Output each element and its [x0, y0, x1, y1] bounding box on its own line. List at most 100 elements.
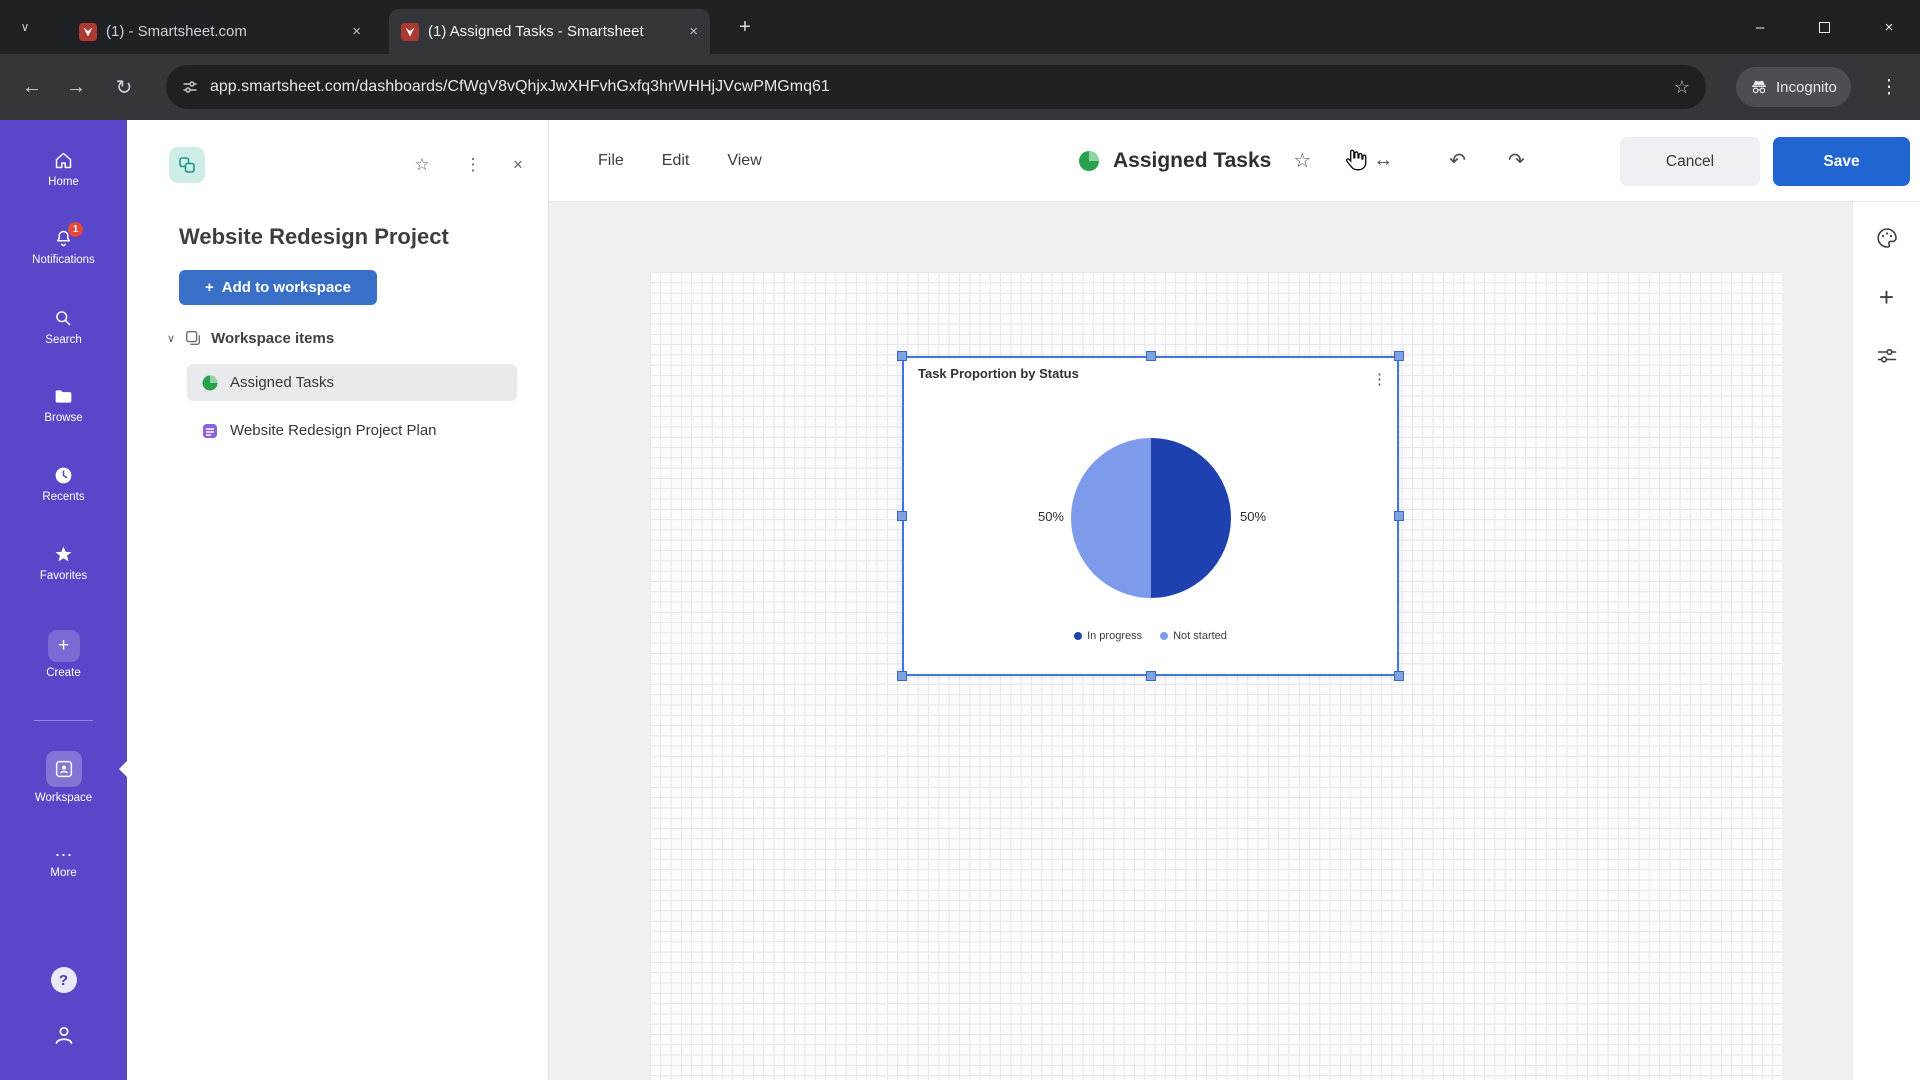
active-item-notch [111, 761, 127, 777]
panel-close-button[interactable]: × [504, 151, 532, 179]
pie-label-left: 50% [1018, 509, 1064, 524]
close-icon: × [513, 155, 523, 175]
sidebar-item-more[interactable]: ⋯ More [0, 848, 127, 879]
add-to-workspace-button[interactable]: + Add to workspace [179, 270, 377, 305]
favorite-workspace-button[interactable]: ☆ [408, 151, 436, 179]
folder-icon [53, 386, 74, 407]
sidebar-item-browse[interactable]: Browse [0, 386, 127, 424]
kebab-icon: ⋮ [465, 155, 482, 175]
menu-view[interactable]: View [727, 152, 761, 170]
smartsheet-app: Home 1 Notifications Search Browse [0, 120, 1920, 1080]
sidebar-item-label: Favorites [40, 570, 87, 582]
resize-handle[interactable] [897, 511, 907, 521]
bookmark-star-icon[interactable]: ☆ [1674, 77, 1690, 98]
panel-item-assigned-tasks[interactable]: Assigned Tasks [187, 364, 517, 401]
legend-dot [1074, 632, 1082, 640]
url-text[interactable]: app.smartsheet.com/dashboards/CfWgV8vQhj… [210, 78, 1662, 96]
menu-file[interactable]: File [598, 152, 624, 170]
resize-handle[interactable] [897, 671, 907, 681]
resize-width-button[interactable]: ↔ [1373, 149, 1393, 172]
tab-close-icon[interactable]: × [352, 23, 361, 40]
panel-item-label: Website Redesign Project Plan [230, 422, 437, 439]
redo-button[interactable]: ↷ [1508, 148, 1525, 173]
add-widget-button[interactable]: + [1879, 286, 1894, 308]
incognito-badge: Incognito [1736, 67, 1851, 107]
save-button[interactable]: Save [1773, 137, 1910, 186]
sidebar-item-create[interactable]: + Create [0, 630, 127, 679]
forward-icon: → [66, 76, 86, 99]
help-button[interactable]: ? [0, 967, 127, 993]
site-info-icon[interactable] [182, 79, 198, 95]
workspace-items-group[interactable]: ∨ Workspace items [167, 324, 334, 352]
menu-bar: File Edit View [598, 120, 762, 201]
tab-search-button[interactable]: ∨ [10, 12, 40, 42]
legend-dot [1160, 632, 1168, 640]
browser-tab-1[interactable]: (1) - Smartsheet.com × [67, 9, 373, 54]
browser-tab-2-active[interactable]: (1) Assigned Tasks - Smartsheet × [389, 9, 710, 54]
rail-divider [34, 720, 93, 721]
window-close-button[interactable]: × [1858, 0, 1920, 54]
clock-icon [53, 465, 74, 486]
kebab-icon: ⋮ [1372, 371, 1387, 388]
back-button[interactable]: ← [12, 67, 52, 107]
window-maximize-button[interactable] [1793, 0, 1855, 54]
favorite-star-button[interactable]: ☆ [1293, 148, 1311, 173]
plus-icon: + [739, 16, 751, 39]
incognito-icon [1750, 78, 1768, 96]
legend-item: In progress [1074, 630, 1142, 642]
menu-edit[interactable]: Edit [662, 152, 690, 170]
star-icon [53, 544, 74, 565]
left-nav-rail: Home 1 Notifications Search Browse [0, 120, 127, 1080]
sidebar-item-notifications[interactable]: 1 Notifications [0, 228, 127, 266]
resize-handle[interactable] [1394, 511, 1404, 521]
browser-toolbar: ← → ↻ app.smartsheet.com/dashboards/CfWg… [0, 54, 1920, 120]
chart-legend: In progress Not started [904, 630, 1397, 642]
resize-handle[interactable] [1394, 671, 1404, 681]
sidebar-item-label: More [50, 867, 76, 879]
workspace-panel: ☆ ⋮ × Website Redesign Project + Add to … [127, 120, 549, 1080]
undo-button[interactable]: ↶ [1449, 148, 1466, 173]
widget-title: Task Proportion by Status [918, 366, 1079, 381]
panel-item-project-plan[interactable]: Website Redesign Project Plan [187, 412, 517, 449]
sidebar-item-label: Workspace [35, 792, 92, 804]
widget-tools-rail: + [1852, 202, 1920, 1080]
window-minimize-button[interactable]: – [1729, 0, 1791, 54]
chevron-down-icon: ∨ [167, 332, 175, 345]
sidebar-item-favorites[interactable]: Favorites [0, 544, 127, 582]
person-icon [52, 1023, 76, 1047]
browser-tab-strip: ∨ (1) - Smartsheet.com × (1) Assigned Ta… [0, 0, 1920, 54]
forward-button[interactable]: → [56, 67, 96, 107]
minimize-icon: – [1756, 19, 1764, 36]
reload-button[interactable]: ↻ [104, 67, 144, 107]
smartsheet-favicon [79, 23, 97, 41]
dashboard-canvas[interactable]: Task Proportion by Status ⋮ 50% 50% In p… [549, 202, 1920, 1080]
items-stack-icon [184, 329, 202, 347]
sidebar-item-recents[interactable]: Recents [0, 465, 127, 503]
chart-widget[interactable]: Task Proportion by Status ⋮ 50% 50% In p… [902, 356, 1399, 676]
sidebar-item-label: Search [45, 334, 81, 346]
widget-menu-button[interactable]: ⋮ [1372, 370, 1387, 388]
resize-handle[interactable] [1146, 671, 1156, 681]
tab-close-icon[interactable]: × [689, 23, 698, 40]
sidebar-item-workspace[interactable]: Workspace [0, 751, 127, 804]
sidebar-item-home[interactable]: Home [0, 150, 127, 188]
plus-icon: + [205, 279, 214, 296]
theme-palette-button[interactable] [1875, 226, 1899, 250]
sidebar-item-search[interactable]: Search [0, 308, 127, 346]
resize-handle[interactable] [1146, 351, 1156, 361]
settings-sliders-button[interactable] [1875, 344, 1899, 368]
smartsheet-favicon [401, 23, 419, 41]
pie-chart-icon [1077, 149, 1101, 173]
cancel-button[interactable]: Cancel [1620, 137, 1760, 186]
address-bar[interactable]: app.smartsheet.com/dashboards/CfWgV8vQhj… [166, 65, 1706, 109]
pie-label-right: 50% [1240, 509, 1266, 524]
new-tab-button[interactable]: + [731, 13, 759, 41]
tab-title: (1) - Smartsheet.com [106, 23, 337, 40]
browser-menu-button[interactable]: ⋮ [1869, 67, 1909, 107]
panel-menu-button[interactable]: ⋮ [459, 151, 487, 179]
resize-handle[interactable] [1394, 351, 1404, 361]
kebab-icon: ⋮ [1880, 76, 1899, 99]
chevron-down-icon: ∨ [21, 20, 30, 34]
account-button[interactable] [0, 1023, 127, 1047]
resize-handle[interactable] [897, 351, 907, 361]
